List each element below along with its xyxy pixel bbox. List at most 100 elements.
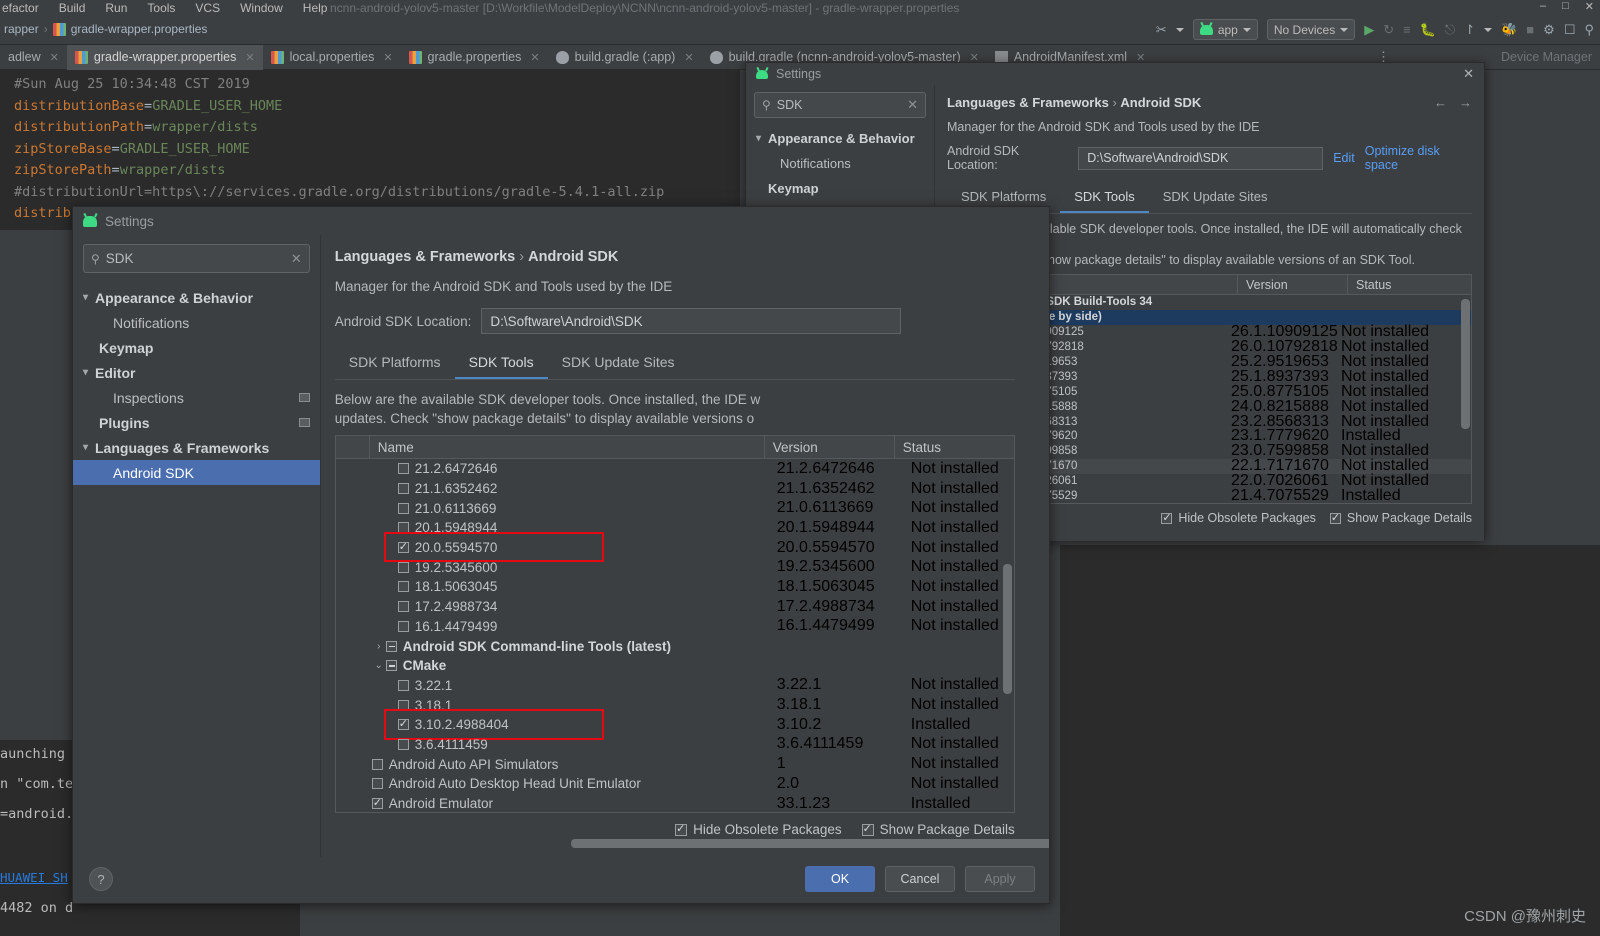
nav-forward-icon[interactable]: → xyxy=(1459,95,1472,110)
checkbox-icon[interactable] xyxy=(397,679,409,691)
checkbox-icon[interactable] xyxy=(397,522,409,534)
cancel-button[interactable]: Cancel xyxy=(885,866,955,892)
stop-icon[interactable]: ■ xyxy=(1526,22,1534,37)
sidebar-item-keymap[interactable]: Keymap xyxy=(746,176,934,201)
tab-sdk-update-sites[interactable]: SDK Update Sites xyxy=(1149,184,1282,213)
apply-changes-icon[interactable]: ↻ xyxy=(1383,22,1394,38)
maximize-icon[interactable]: □ xyxy=(1562,0,1569,13)
build-hammer-icon[interactable]: ✂ xyxy=(1156,22,1167,38)
sidebar-item-inspections[interactable]: Inspections xyxy=(73,385,320,410)
tab-local-properties[interactable]: local.properties ✕ xyxy=(263,45,401,70)
checkbox-icon[interactable] xyxy=(397,717,409,731)
breadcrumb-segment-wrapper[interactable]: rapper xyxy=(0,22,39,36)
optimize-disk-space-link[interactable]: Optimize disk space xyxy=(1365,144,1472,172)
minimize-icon[interactable]: – xyxy=(1540,0,1546,13)
sidebar-item-notifications[interactable]: Notifications xyxy=(73,310,320,335)
close-icon[interactable]: ✕ xyxy=(50,51,59,64)
menu-item-run[interactable]: Run xyxy=(105,1,127,15)
chevron-down-icon[interactable] xyxy=(1175,27,1184,32)
checkbox-icon[interactable] xyxy=(371,796,383,810)
search-settings-input[interactable]: ⚲ SDK ✕ xyxy=(83,244,310,273)
nav-back-icon[interactable]: ← xyxy=(1434,95,1447,110)
close-icon[interactable]: ✕ xyxy=(1585,0,1594,13)
horizontal-scrollbar[interactable] xyxy=(570,839,1049,848)
edit-link[interactable]: Edit xyxy=(1333,151,1355,165)
menu-item-tools[interactable]: Tools xyxy=(147,1,175,15)
attach-debugger-icon[interactable]: ⎋ xyxy=(1445,22,1455,38)
show-package-details-checkbox[interactable]: Show Package Details xyxy=(861,822,1015,837)
hide-obsolete-packages-checkbox[interactable]: Hide Obsolete Packages xyxy=(675,822,842,837)
close-icon[interactable]: ✕ xyxy=(383,51,392,64)
sdk-manager-icon[interactable]: ⚙ xyxy=(1543,22,1555,38)
device-selector[interactable]: No Devices xyxy=(1266,19,1356,40)
run-icon[interactable]: ▶ xyxy=(1364,22,1374,38)
show-package-details-checkbox[interactable]: Show Package Details xyxy=(1329,511,1472,525)
menu-item-window[interactable]: Window xyxy=(240,1,283,15)
checkbox-icon[interactable] xyxy=(397,601,409,613)
tab-build-gradle-app[interactable]: build.gradle (:app) ✕ xyxy=(548,45,702,70)
checkbox-icon[interactable] xyxy=(397,699,409,711)
device-manager-icon[interactable]: ☐ xyxy=(1564,22,1576,38)
sidebar-item-appearance-behavior[interactable]: ▾ Appearance & Behavior xyxy=(73,285,320,310)
menu-item-vcs[interactable]: VCS xyxy=(195,1,220,15)
tab-gradlew[interactable]: adlew ✕ xyxy=(0,45,67,70)
checkbox-icon[interactable] xyxy=(397,463,409,475)
hide-obsolete-packages-checkbox[interactable]: Hide Obsolete Packages xyxy=(1161,511,1316,525)
chevron-right-icon[interactable]: › xyxy=(372,641,386,652)
tab-sdk-tools[interactable]: SDK Tools xyxy=(454,349,548,379)
apply-button[interactable]: Apply xyxy=(965,866,1035,892)
clear-search-icon[interactable]: ✕ xyxy=(291,251,302,267)
vertical-scrollbar[interactable] xyxy=(1002,564,1012,694)
sidebar-item-editor[interactable]: ▾ Editor xyxy=(73,360,320,385)
sidebar-item-languages-frameworks[interactable]: ▾ Languages & Frameworks xyxy=(73,435,320,460)
sdk-location-input[interactable]: D:\Software\Android\SDK xyxy=(481,308,902,334)
sidebar-item-plugins[interactable]: Plugins xyxy=(73,410,320,435)
ok-button[interactable]: OK xyxy=(805,866,875,892)
checkbox-icon[interactable] xyxy=(397,483,409,495)
checkbox-icon[interactable] xyxy=(371,758,383,770)
close-icon[interactable]: ✕ xyxy=(245,51,254,64)
chevron-down-icon[interactable]: ⌄ xyxy=(372,660,386,671)
checkbox-icon[interactable] xyxy=(397,540,409,554)
table-row[interactable]: ⌄ CMake xyxy=(336,656,1014,676)
menu-item-build[interactable]: Build xyxy=(59,1,86,15)
clear-search-icon[interactable]: ✕ xyxy=(907,97,918,113)
menu-item-refactor[interactable]: efactor xyxy=(2,1,39,15)
checkbox-icon[interactable] xyxy=(397,581,409,593)
search-settings-input[interactable]: ⚲ SDK ✕ xyxy=(754,92,926,118)
table-row[interactable]: › Android SDK Command-line Tools (latest) xyxy=(336,636,1014,656)
checkbox-icon[interactable] xyxy=(397,738,409,750)
menu-item-help[interactable]: Help xyxy=(303,1,328,15)
checkbox-icon[interactable] xyxy=(397,620,409,632)
sidebar-item-appearance-behavior[interactable]: ▾ Appearance & Behavior xyxy=(746,126,934,151)
checkbox-icon[interactable] xyxy=(397,561,409,573)
sdk-tools-table[interactable]: Name Version Status 21.2.6472646 21.2.647… xyxy=(334,435,1015,813)
breadcrumb-segment-file[interactable]: gradle-wrapper.properties xyxy=(71,22,208,36)
tab-sdk-update-sites[interactable]: SDK Update Sites xyxy=(548,349,689,379)
vertical-scrollbar[interactable] xyxy=(1461,299,1470,429)
sidebar-item-android-sdk[interactable]: Android SDK xyxy=(73,460,320,485)
run-with-coverage-icon[interactable]: ≡ xyxy=(1403,22,1411,37)
sidebar-item-notifications[interactable]: Notifications xyxy=(746,151,934,176)
close-icon[interactable]: ✕ xyxy=(1463,66,1474,82)
sidebar-item-keymap[interactable]: Keymap xyxy=(73,335,320,360)
checkbox-icon[interactable] xyxy=(397,502,409,514)
checkbox-icon[interactable] xyxy=(385,640,397,652)
tab-gradle-wrapper-properties[interactable]: gradle-wrapper.properties ✕ xyxy=(66,44,263,70)
checkbox-icon[interactable] xyxy=(371,778,383,790)
sdk-location-input[interactable]: D:\Software\Android\SDK xyxy=(1078,146,1324,170)
debug-attach-icon[interactable]: 🐝 xyxy=(1501,22,1517,38)
module-selector[interactable]: app xyxy=(1192,19,1258,40)
help-button[interactable]: ? xyxy=(89,867,113,891)
profiler-icon[interactable]: ↾ xyxy=(1464,22,1475,38)
tab-sdk-platforms[interactable]: SDK Platforms xyxy=(335,349,455,379)
debug-icon[interactable]: 🐛 xyxy=(1420,22,1436,38)
tab-sdk-tools[interactable]: SDK Tools xyxy=(1060,184,1149,213)
close-icon[interactable]: ✕ xyxy=(530,51,539,64)
close-icon[interactable]: ✕ xyxy=(684,51,693,64)
checkbox-icon[interactable] xyxy=(385,660,397,672)
search-icon[interactable]: ⚲ xyxy=(1584,22,1594,38)
chevron-down-icon[interactable] xyxy=(1484,27,1493,32)
device-manager-panel-title[interactable]: Device Manager xyxy=(1501,50,1592,64)
tab-gradle-properties[interactable]: gradle.properties ✕ xyxy=(401,45,548,70)
